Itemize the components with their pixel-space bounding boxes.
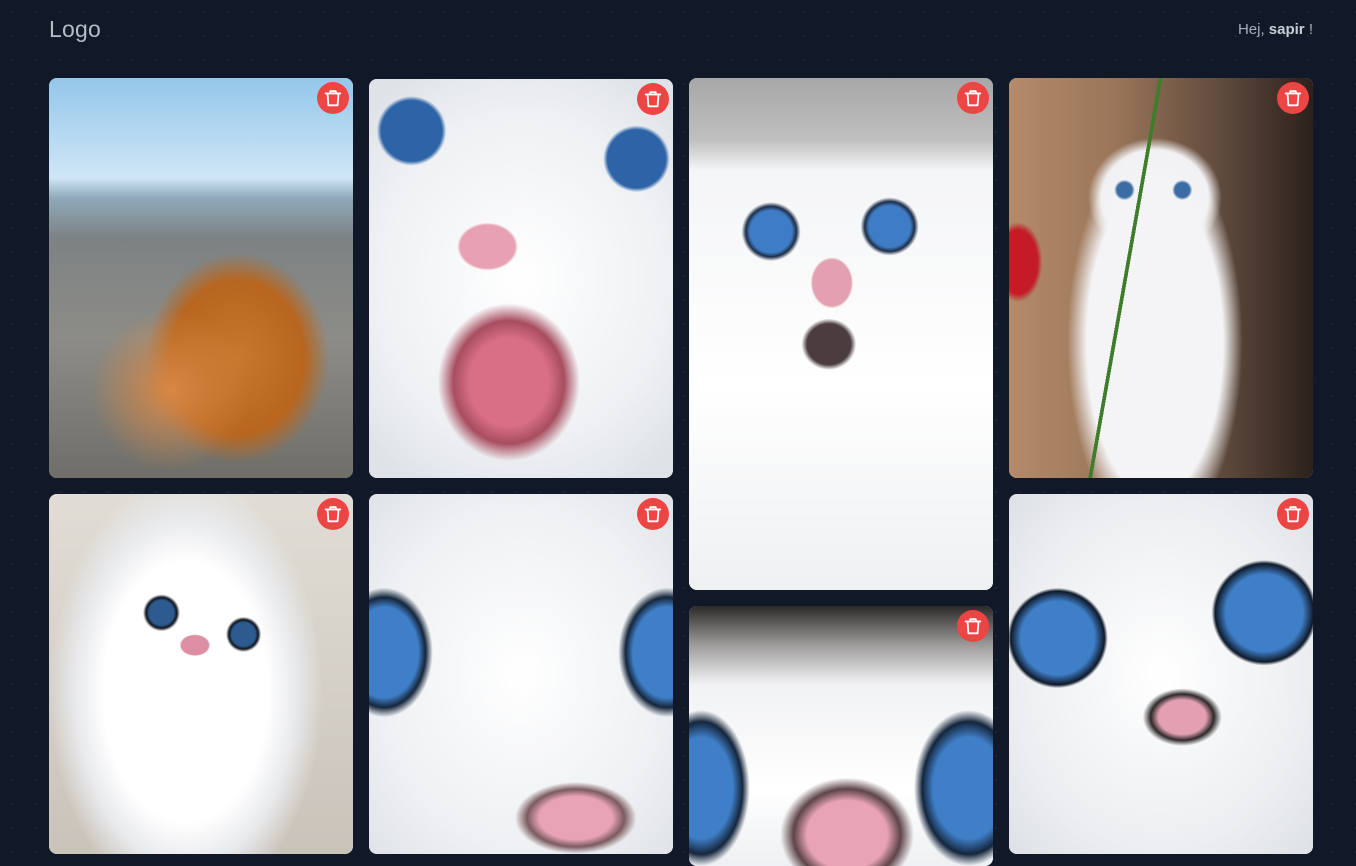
white-cat-nose-closeup-photo — [689, 606, 993, 866]
ginger-cat-beach-photo — [49, 78, 353, 478]
image-card[interactable] — [369, 494, 673, 854]
greeting-suffix: ! — [1304, 21, 1313, 38]
delete-button[interactable] — [637, 83, 669, 115]
image-card[interactable] — [1009, 78, 1313, 478]
image-card[interactable] — [49, 494, 353, 854]
white-cat-with-rose-photo — [1009, 78, 1313, 478]
trash-icon — [644, 91, 662, 108]
user-name: sapir — [1268, 21, 1305, 38]
trash-icon — [1284, 506, 1302, 523]
image-card[interactable] — [689, 606, 993, 866]
delete-button[interactable] — [1277, 82, 1309, 114]
white-cat-blue-eyes-closeup-photo — [1009, 494, 1313, 854]
image-card[interactable] — [369, 79, 673, 478]
user-greeting: Hej, sapir ! — [1238, 21, 1313, 38]
delete-button[interactable] — [317, 82, 349, 114]
delete-button[interactable] — [957, 82, 989, 114]
top-bar: Logo Hej, sapir ! — [0, 0, 1356, 62]
image-card[interactable] — [689, 78, 993, 590]
delete-button[interactable] — [637, 498, 669, 530]
trash-icon — [324, 506, 342, 523]
greeting-prefix: Hej, — [1237, 21, 1269, 38]
image-card[interactable] — [1009, 494, 1313, 854]
white-cat-open-mouth-photo — [369, 79, 673, 478]
delete-button[interactable] — [957, 610, 989, 642]
image-card[interactable] — [49, 78, 353, 478]
white-cat-closeup-photo — [369, 494, 673, 854]
delete-button[interactable] — [317, 498, 349, 530]
logo[interactable]: Logo — [49, 16, 101, 43]
trash-icon — [964, 90, 982, 107]
delete-button[interactable] — [1277, 498, 1309, 530]
white-cat-looking-up-photo — [49, 494, 353, 854]
white-cat-blue-eyes-photo — [689, 78, 993, 590]
trash-icon — [324, 90, 342, 107]
trash-icon — [644, 506, 662, 523]
trash-icon — [964, 618, 982, 635]
trash-icon — [1284, 90, 1302, 107]
